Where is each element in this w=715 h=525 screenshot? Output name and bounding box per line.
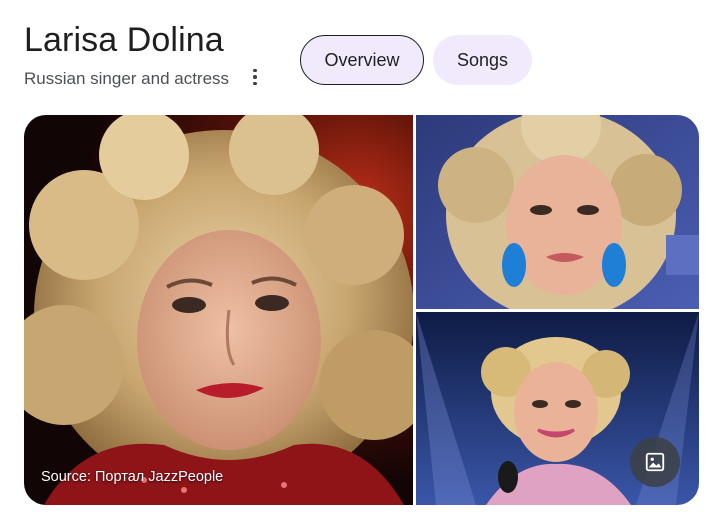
source-caption: Source: Портал JazzPeople xyxy=(41,469,224,485)
main-photo[interactable]: Source: Портал JazzPeople xyxy=(24,115,413,505)
main-photo-image xyxy=(24,115,413,505)
photo-top-right[interactable] xyxy=(416,115,699,309)
more-vert-icon xyxy=(253,68,257,86)
image-icon xyxy=(645,452,665,472)
more-options-button[interactable] xyxy=(244,66,266,88)
image-gallery: Source: Портал JazzPeople xyxy=(24,115,699,505)
tab-songs[interactable]: Songs xyxy=(433,35,532,85)
tab-overview[interactable]: Overview xyxy=(300,35,424,85)
entity-subtitle: Russian singer and actress xyxy=(24,69,230,88)
view-images-button[interactable] xyxy=(630,437,680,487)
photo-top-right-image xyxy=(416,115,699,309)
entity-title: Larisa Dolina xyxy=(24,21,224,59)
